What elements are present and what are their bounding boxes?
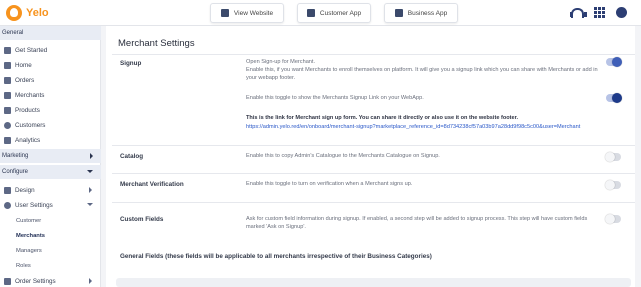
sidebar-subitem-label: Customer bbox=[16, 217, 42, 224]
divider bbox=[112, 145, 635, 146]
order-settings-icon bbox=[4, 277, 11, 285]
sidebar-item-label: Get Started bbox=[15, 46, 48, 54]
orders-icon bbox=[4, 76, 11, 84]
custom-fields-desc: Ask for custom field information during … bbox=[246, 216, 588, 230]
custom-fields-toggle[interactable] bbox=[605, 214, 621, 224]
chevron-down-icon bbox=[87, 170, 93, 173]
brand-logo[interactable]: Yelo bbox=[6, 4, 49, 22]
business-app-label: Business App bbox=[407, 9, 448, 17]
briefcase-icon bbox=[394, 9, 403, 17]
chevron-right-icon bbox=[90, 153, 93, 159]
sidebar-section-label: Configure bbox=[2, 169, 29, 175]
sidebar-subitem-label: Merchants bbox=[16, 232, 45, 239]
chevron-down-icon bbox=[87, 203, 93, 206]
sidebar-section-general[interactable]: General bbox=[0, 26, 101, 40]
catalog-desc: Enable this to copy Admin's Catalogue to… bbox=[246, 153, 440, 159]
catalog-label: Catalog bbox=[120, 153, 144, 160]
signup-webapp-desc: Enable this toggle to show the Merchants… bbox=[246, 95, 424, 101]
signup-desc: Enable this, if you want Merchants to en… bbox=[246, 67, 598, 81]
sidebar-subitem-label: Managers bbox=[16, 247, 42, 254]
products-icon bbox=[4, 106, 11, 114]
analytics-icon bbox=[4, 136, 11, 144]
sidebar-item-label: Analytics bbox=[15, 136, 41, 144]
view-website-button[interactable]: View Website bbox=[210, 3, 284, 23]
sidebar-section-label: Marketing bbox=[2, 153, 29, 159]
signup-link[interactable]: https://admin.yelo.red/en/onboard/mercha… bbox=[246, 123, 601, 131]
phone-icon bbox=[306, 9, 315, 17]
sidebar-item-label: Design bbox=[15, 186, 35, 194]
sidebar-subitem-customer[interactable]: Customer bbox=[16, 214, 96, 227]
sidebar-item-label: Merchants bbox=[15, 91, 45, 99]
sidebar: General Get Started Home Orders Merchant… bbox=[0, 26, 101, 287]
sidebar-item-label: Products bbox=[15, 106, 40, 114]
sidebar-item-analytics[interactable]: Analytics bbox=[4, 133, 99, 147]
sidebar-subitem-merchants[interactable]: Merchants bbox=[16, 229, 96, 242]
lion-logo-icon bbox=[6, 5, 22, 21]
general-fields-list bbox=[116, 278, 631, 287]
sidebar-item-label: Order Settings bbox=[15, 277, 56, 285]
merchant-settings-panel: Merchant Settings Signup Open Sign-up fo… bbox=[106, 26, 635, 287]
sidebar-item-order-settings[interactable]: Order Settings bbox=[4, 274, 99, 287]
sidebar-item-get-started[interactable]: Get Started bbox=[4, 43, 99, 57]
home-icon bbox=[4, 61, 11, 69]
signup-label: Signup bbox=[120, 60, 142, 67]
sidebar-item-merchants[interactable]: Merchants bbox=[4, 88, 99, 102]
general-fields-heading: General Fields (these fields will be app… bbox=[120, 253, 432, 260]
design-icon bbox=[4, 186, 11, 194]
merchants-icon bbox=[4, 91, 11, 99]
verification-desc: Enable this toggle to turn on verificati… bbox=[246, 181, 413, 187]
rocket-icon bbox=[4, 46, 11, 54]
sidebar-subitem-label: Roles bbox=[16, 262, 31, 269]
customer-app-button[interactable]: Customer App bbox=[297, 3, 371, 23]
divider bbox=[112, 202, 635, 203]
support-headset-icon[interactable] bbox=[570, 7, 587, 18]
sidebar-item-label: Orders bbox=[15, 76, 35, 84]
customers-icon bbox=[4, 121, 11, 129]
sidebar-item-label: Customers bbox=[15, 121, 46, 129]
business-app-button[interactable]: Business App bbox=[384, 3, 458, 23]
verification-label: Merchant Verification bbox=[120, 181, 184, 188]
customer-app-label: Customer App bbox=[319, 9, 362, 17]
sidebar-subitem-managers[interactable]: Managers bbox=[16, 244, 96, 257]
view-website-label: View Website bbox=[233, 9, 274, 17]
signup-webapp-toggle[interactable] bbox=[606, 93, 622, 103]
sidebar-section-marketing[interactable]: Marketing bbox=[0, 149, 101, 163]
sidebar-item-products[interactable]: Products bbox=[4, 103, 99, 117]
chevron-right-icon bbox=[89, 278, 92, 284]
apps-grid-icon[interactable] bbox=[594, 7, 605, 18]
sidebar-item-orders[interactable]: Orders bbox=[4, 73, 99, 87]
brand-name: Yelo bbox=[26, 7, 49, 19]
sidebar-section-label: General bbox=[2, 30, 24, 36]
verification-toggle[interactable] bbox=[605, 180, 621, 190]
monitor-icon bbox=[220, 9, 229, 17]
chevron-right-icon bbox=[89, 187, 92, 193]
avatar[interactable] bbox=[616, 7, 627, 18]
signup-link-note: This is the link for Merchant sign up fo… bbox=[246, 115, 519, 121]
sidebar-item-label: User Settings bbox=[15, 201, 53, 209]
divider bbox=[112, 54, 635, 55]
top-bar: Yelo View Website Customer App Business … bbox=[0, 0, 641, 26]
sidebar-section-configure[interactable]: Configure bbox=[0, 165, 101, 179]
sidebar-subitem-roles[interactable]: Roles bbox=[16, 259, 96, 272]
sidebar-item-label: Home bbox=[15, 61, 32, 69]
user-settings-icon bbox=[4, 201, 11, 209]
page-title: Merchant Settings bbox=[118, 38, 195, 49]
catalog-toggle[interactable] bbox=[605, 152, 621, 162]
divider bbox=[112, 173, 635, 174]
sidebar-item-customers[interactable]: Customers bbox=[4, 118, 99, 132]
sidebar-item-design[interactable]: Design bbox=[4, 183, 99, 197]
signup-toggle[interactable] bbox=[606, 57, 622, 67]
sidebar-item-user-settings[interactable]: User Settings bbox=[4, 198, 99, 212]
custom-fields-label: Custom Fields bbox=[120, 216, 164, 223]
signup-desc-title: Open Sign-up for Merchant. bbox=[246, 59, 316, 65]
sidebar-item-home[interactable]: Home bbox=[4, 58, 99, 72]
